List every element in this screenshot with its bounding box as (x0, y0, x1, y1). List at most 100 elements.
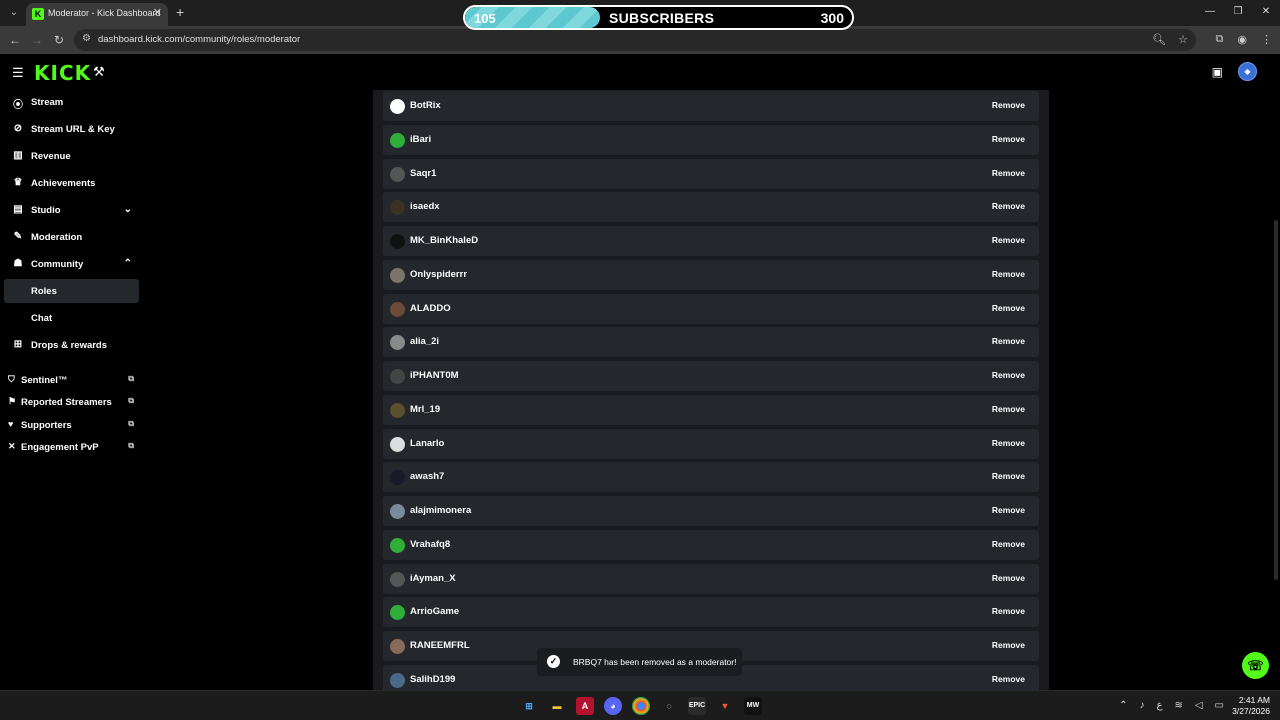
moderator-name[interactable]: iPHANT0M (410, 370, 459, 381)
moderator-name[interactable]: RANEEMFRL (410, 640, 470, 651)
sidebar-item-moderation[interactable]: ✎ Moderation (4, 225, 139, 249)
sidebar-item-revenue[interactable]: ▥ Revenue (4, 144, 139, 168)
broadcast-icon: ⦿ (13, 100, 23, 111)
address-bar[interactable]: ⚙ dashboard.kick.com/community/roles/mod… (74, 29, 1196, 51)
remove-button[interactable]: Remove (992, 438, 1025, 448)
remove-button[interactable]: Remove (992, 370, 1025, 380)
sidebar-link-reported-streamers[interactable]: ⚑ Reported Streamers ⧉ (4, 392, 139, 412)
sidebar-item-drops-rewards[interactable]: ⊞ Drops & rewards (4, 333, 139, 357)
moderator-name[interactable]: SalihD199 (410, 674, 455, 685)
remove-button[interactable]: Remove (992, 471, 1025, 481)
remove-button[interactable]: Remove (992, 539, 1025, 549)
minimize-icon[interactable]: — (1196, 0, 1224, 26)
support-chat-button[interactable]: ☏ (1242, 652, 1269, 679)
hamburger-menu-icon[interactable]: ☰ (12, 65, 24, 81)
remove-button[interactable]: Remove (992, 336, 1025, 346)
discord-icon[interactable]: ◕ (604, 697, 622, 715)
remove-button[interactable]: Remove (992, 674, 1025, 684)
sidebar-item-roles[interactable]: Roles (4, 279, 139, 303)
extensions-icon[interactable]: ⧉ (1216, 33, 1224, 46)
moderator-name[interactable]: ArrioGame (410, 606, 459, 617)
remove-button[interactable]: Remove (992, 168, 1025, 178)
moderator-name[interactable]: ALADDO (410, 303, 451, 314)
site-info-icon[interactable]: ⚙ (82, 33, 91, 44)
bookmark-star-icon[interactable]: ☆ (1178, 33, 1188, 46)
avatar[interactable]: ◆ (1238, 62, 1257, 81)
wifi-icon[interactable]: ≋ (1174, 700, 1182, 711)
moderator-name[interactable]: Saqr1 (410, 168, 436, 179)
moderator-name[interactable]: alia_2i (410, 336, 439, 347)
sidebar-link-supporters[interactable]: ♥ Supporters ⧉ (4, 415, 139, 435)
remove-button[interactable]: Remove (992, 100, 1025, 110)
moderator-name[interactable]: Mrl_19 (410, 404, 440, 415)
zoom-icon[interactable]: 🔍︎ (1152, 33, 1166, 46)
hammer-icon[interactable]: ⚒ (93, 64, 105, 80)
microphone-icon[interactable]: ♪ (1139, 700, 1144, 711)
acrobat-icon[interactable]: A (576, 697, 594, 715)
profile-icon[interactable]: ◉ (1237, 33, 1247, 46)
chevron-up-icon[interactable]: ⌃ (1119, 700, 1127, 711)
moderator-name[interactable]: Lanarlo (410, 438, 444, 449)
tab-search-icon[interactable]: ⌄ (6, 5, 22, 21)
windows-start-icon[interactable]: ⊞ (520, 697, 538, 715)
moderator-name[interactable]: Onlyspiderrr (410, 269, 467, 280)
moderator-name[interactable]: alajmimonera (410, 505, 471, 516)
remove-button[interactable]: Remove (992, 640, 1025, 650)
brave-icon[interactable]: ▼ (716, 697, 734, 715)
sidebar-item-studio[interactable]: ▤ Studio ⌄ (4, 198, 139, 222)
sidebar-item-chat[interactable]: Chat (4, 306, 139, 330)
file-explorer-icon[interactable]: ▬ (548, 697, 566, 715)
moderator-name[interactable]: BotRix (410, 100, 441, 111)
kick-logo[interactable]: KICK (34, 61, 91, 85)
moderator-row: awash7 Remove (383, 462, 1039, 493)
avatar (390, 639, 405, 654)
maximize-icon[interactable]: ❐ (1224, 0, 1252, 26)
moderator-name[interactable]: Vrahafq8 (410, 539, 450, 550)
gift-icon[interactable]: ▣ (1212, 65, 1223, 79)
sidebar-item-stream-url-key[interactable]: ⊘ Stream URL & Key (4, 117, 139, 141)
remove-button[interactable]: Remove (992, 573, 1025, 583)
remove-button[interactable]: Remove (992, 269, 1025, 279)
browser-menu-icon[interactable]: ⋮ (1261, 33, 1272, 46)
forward-icon[interactable]: → (30, 33, 44, 47)
close-tab-icon[interactable]: ✕ (153, 6, 162, 19)
mw-game-icon[interactable]: MW (744, 697, 762, 715)
chrome-icon[interactable] (632, 697, 650, 715)
moderator-name[interactable]: iAyman_X (410, 573, 456, 584)
moderator-name[interactable]: awash7 (410, 471, 444, 482)
avatar (390, 267, 405, 283)
remove-button[interactable]: Remove (992, 606, 1025, 616)
moderator-row: Lanarlo Remove (383, 428, 1039, 459)
chevron-up-icon: ⌃ (123, 258, 132, 269)
reload-icon[interactable]: ↻ (52, 33, 66, 47)
sidebar-item-achievements[interactable]: ♛ Achievements (4, 171, 139, 195)
moderator-name[interactable]: iBari (410, 134, 431, 145)
back-icon[interactable]: ← (8, 33, 22, 47)
app-icon[interactable]: ◌ (660, 697, 678, 715)
language-icon[interactable]: ع (1156, 700, 1162, 711)
remove-button[interactable]: Remove (992, 303, 1025, 313)
remove-button[interactable]: Remove (992, 134, 1025, 144)
sidebar-item-community[interactable]: ☗ Community ⌃ (4, 252, 139, 276)
subscriber-count: 105 (474, 11, 496, 26)
browser-tab[interactable]: K Moderator - Kick Dashboard ✕ (26, 3, 168, 26)
system-clock[interactable]: 2:41 AM 3/27/2026 (1232, 695, 1270, 717)
battery-icon[interactable]: ▭ (1215, 700, 1224, 711)
volume-icon[interactable]: ◁ (1195, 700, 1203, 711)
avatar (390, 99, 405, 114)
scrollbar[interactable] (1274, 220, 1278, 580)
sidebar-link-sentinel[interactable]: ⛉ Sentinel™ ⧉ (4, 370, 139, 390)
sidebar-link-engagement-pvp[interactable]: ✕ Engagement PvP ⧉ (4, 437, 139, 457)
sidebar-item-stream[interactable]: ⦿ Stream (4, 90, 139, 114)
close-window-icon[interactable]: ✕ (1252, 0, 1280, 26)
epic-games-icon[interactable]: EPIC (688, 697, 706, 715)
gift-icon: ⊞ (13, 339, 23, 350)
remove-button[interactable]: Remove (992, 201, 1025, 211)
new-tab-icon[interactable]: + (176, 4, 184, 20)
remove-button[interactable]: Remove (992, 235, 1025, 245)
remove-button[interactable]: Remove (992, 505, 1025, 515)
moderator-row: Mrl_19 Remove (383, 394, 1039, 425)
remove-button[interactable]: Remove (992, 404, 1025, 414)
moderator-name[interactable]: MK_BinKhaleD (410, 235, 478, 246)
moderator-name[interactable]: isaedx (410, 201, 440, 212)
